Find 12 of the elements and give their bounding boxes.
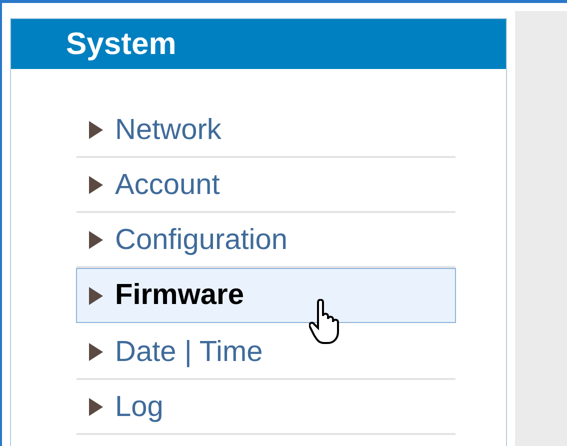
triangle-icon — [89, 231, 103, 249]
panel-title: System — [11, 19, 506, 69]
triangle-icon — [89, 176, 103, 194]
menu-item[interactable]: Network — [76, 103, 456, 158]
triangle-icon — [89, 398, 103, 416]
hand-pointer-icon — [309, 299, 341, 345]
menu-item[interactable]: Account — [76, 158, 456, 213]
triangle-icon — [89, 121, 103, 139]
triangle-icon — [89, 343, 103, 361]
menu-item[interactable]: Date | Time — [76, 325, 456, 380]
triangle-icon — [89, 286, 103, 304]
menu-item[interactable]: Log — [76, 380, 456, 435]
